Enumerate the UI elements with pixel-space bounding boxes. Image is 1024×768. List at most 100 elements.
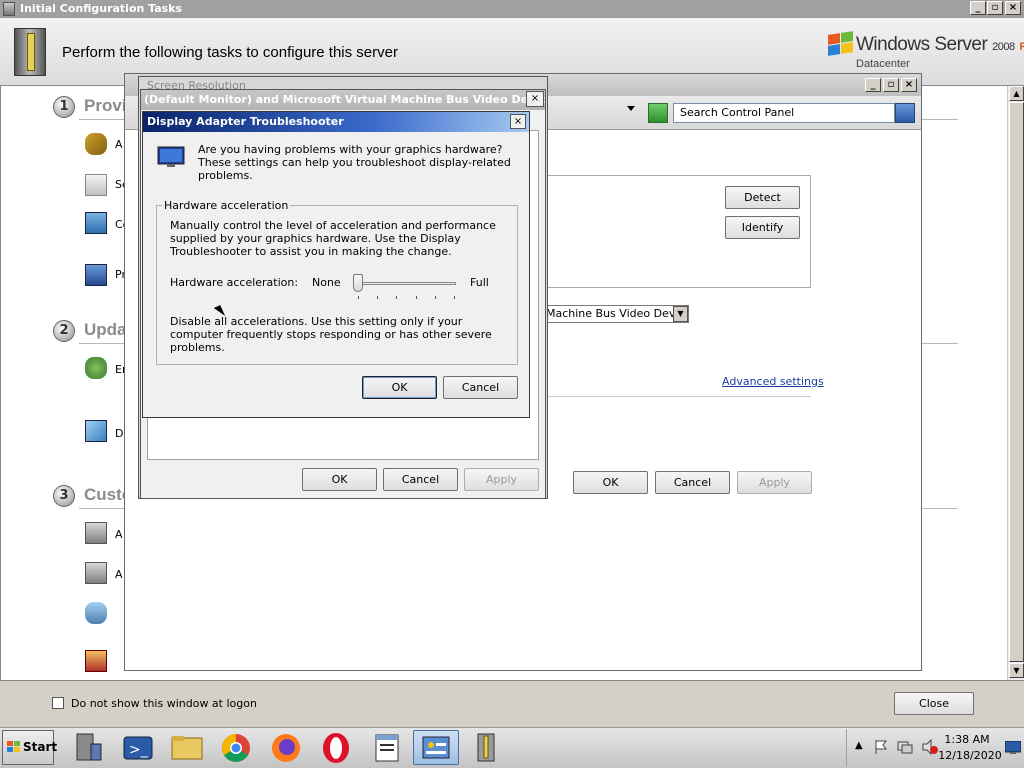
cp-cancel-button[interactable]: Cancel (655, 471, 730, 494)
mp-cancel-button[interactable]: Cancel (383, 468, 458, 491)
powershell-icon: >_ (123, 736, 153, 760)
monitor-icon (157, 146, 185, 167)
brand-edition: Datacenter (856, 58, 910, 70)
remote-desktop-icon (85, 602, 107, 624)
identify-button[interactable]: Identify (725, 216, 800, 239)
section-title-3[interactable]: Custo (84, 485, 124, 505)
scroll-down-icon[interactable]: ▼ (1009, 663, 1024, 678)
task-link[interactable]: A (115, 138, 123, 151)
taskbar-powershell[interactable]: >_ (114, 730, 160, 765)
section-number-1: 1 (53, 96, 75, 118)
dat-cancel-button[interactable]: Cancel (443, 376, 518, 399)
display-select[interactable]: Machine Bus Video Device (543, 305, 689, 323)
close-icon[interactable]: × (526, 91, 544, 107)
slider-max-label: Full (470, 276, 489, 289)
acceleration-slider-track[interactable] (358, 282, 456, 285)
dont-show-checkbox[interactable] (52, 697, 64, 709)
server-tools-icon (14, 28, 46, 76)
taskbar-server-manager[interactable] (65, 730, 111, 765)
server-icon (3, 2, 15, 16)
cp-ok-button[interactable]: OK (573, 471, 648, 494)
section-number-2: 2 (53, 320, 75, 342)
chevron-down-icon[interactable] (627, 106, 635, 111)
mp-title-bar[interactable]: (Default Monitor) and Microsoft Virtual … (141, 90, 545, 110)
close-icon[interactable]: × (510, 114, 526, 129)
taskbar-config-tasks[interactable] (464, 730, 510, 765)
windows-flag-icon (7, 741, 20, 752)
slider-tick (377, 296, 379, 299)
search-icon[interactable] (895, 103, 915, 123)
minimize-icon[interactable]: _ (865, 78, 881, 92)
clock-date[interactable]: 12/18/2020 (936, 749, 1004, 762)
chrome-icon (222, 734, 250, 762)
show-desktop-icon[interactable] (1005, 741, 1021, 755)
firefox-icon (272, 734, 300, 762)
action-center-flag-icon[interactable] (873, 739, 889, 755)
acceleration-status-text: Disable all accelerations. Use this sett… (170, 315, 492, 354)
acceleration-slider-thumb[interactable] (353, 274, 363, 292)
slider-min-label: None (312, 276, 341, 289)
section-title-2[interactable]: Upda (84, 320, 124, 340)
cp-apply-button[interactable]: Apply (737, 471, 812, 494)
taskbar-explorer[interactable] (163, 730, 209, 765)
mp-ok-button[interactable]: OK (302, 468, 377, 491)
computer-icon (85, 264, 107, 286)
task-link[interactable]: A (115, 568, 123, 581)
slider-label: Hardware acceleration: (170, 276, 299, 289)
brand-release: R2 (1019, 41, 1024, 53)
advanced-settings-link[interactable]: Advanced settings (722, 375, 824, 388)
dat-title: Display Adapter Troubleshooter (147, 115, 344, 128)
task-link[interactable]: D (115, 427, 123, 440)
network-tray-icon[interactable] (897, 739, 913, 755)
config-tasks-icon (477, 733, 495, 762)
ict-scrollbar[interactable]: ▲ ▼ (1007, 86, 1024, 680)
slider-tick (454, 296, 455, 299)
windows-update-icon (85, 420, 107, 442)
show-hidden-icons-icon[interactable]: ▲ (855, 740, 863, 751)
brand-name: Windows Server (856, 34, 988, 55)
maximize-icon[interactable]: ▫ (883, 78, 899, 92)
task-link[interactable]: A (115, 528, 123, 541)
taskbar-opera[interactable] (313, 730, 359, 765)
display-select-value: Machine Bus Video Device (546, 307, 689, 320)
firewall-icon (85, 650, 107, 672)
slider-tick (396, 296, 398, 299)
clock-time[interactable]: 1:38 AM (942, 733, 992, 746)
dat-title-bar[interactable]: Display Adapter Troubleshooter (143, 112, 529, 132)
hardware-acceleration-group-label: Hardware acceleration (162, 199, 291, 212)
mp-apply-button[interactable]: Apply (464, 468, 539, 491)
taskbar-chrome[interactable] (213, 730, 259, 765)
section-number-3: 3 (53, 485, 75, 507)
users-update-icon (85, 357, 107, 379)
detect-button[interactable]: Detect (725, 186, 800, 209)
taskbar-control-panel[interactable] (413, 730, 459, 765)
search-input[interactable]: Search Control Panel (673, 103, 895, 123)
control-panel-icon (422, 736, 450, 759)
refresh-icon[interactable] (648, 103, 668, 123)
close-icon[interactable]: × (901, 78, 917, 92)
close-button[interactable]: Close (894, 692, 974, 715)
dat-ok-button[interactable]: OK (362, 376, 437, 399)
windows-flag-icon (826, 31, 854, 56)
close-icon[interactable]: × (1005, 1, 1021, 15)
opera-icon (323, 733, 349, 763)
keys-icon (85, 133, 107, 155)
section-title-1[interactable]: Provi (84, 96, 124, 116)
taskbar-firefox[interactable] (263, 730, 309, 765)
start-label: Start (23, 740, 58, 754)
chevron-down-icon[interactable]: ▼ (673, 306, 688, 322)
scroll-thumb[interactable] (1009, 102, 1024, 662)
slider-tick (434, 296, 436, 299)
dont-show-label[interactable]: Do not show this window at logon (71, 697, 257, 710)
start-button[interactable]: Start (2, 730, 58, 765)
scroll-up-icon[interactable]: ▲ (1009, 86, 1024, 101)
taskbar-notepad[interactable] (364, 730, 410, 765)
ict-title-bar[interactable]: Initial Configuration Tasks _ ▫ × (0, 0, 1024, 18)
notepad-icon (375, 734, 399, 762)
network-icon (85, 212, 107, 234)
minimize-icon[interactable]: _ (970, 1, 986, 15)
svg-text:>_: >_ (129, 742, 149, 758)
explorer-icon (171, 736, 203, 760)
display-adapter-troubleshooter-dialog: Display Adapter Troubleshooter × Are you… (142, 111, 530, 418)
maximize-icon[interactable]: ▫ (987, 1, 1003, 15)
